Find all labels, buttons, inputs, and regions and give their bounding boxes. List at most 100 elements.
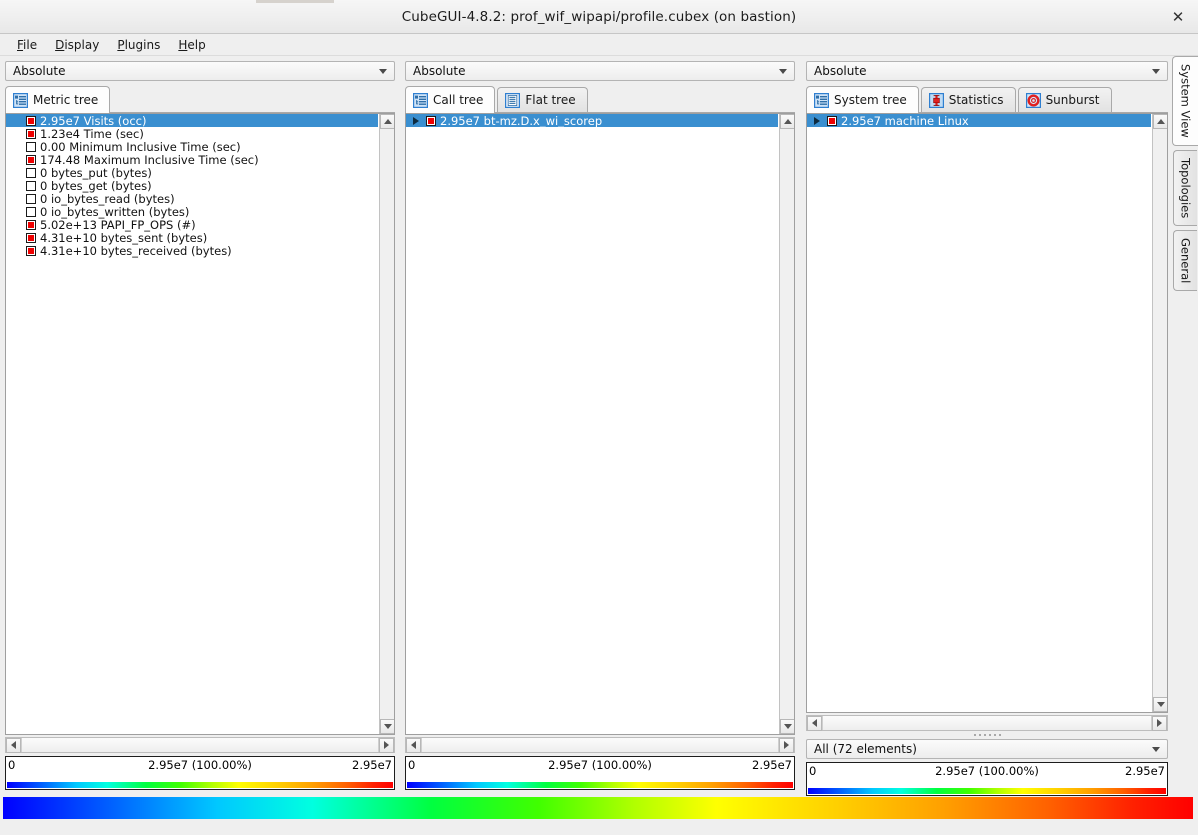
metric-checkbox[interactable] xyxy=(26,168,36,178)
sunburst-icon xyxy=(1026,93,1041,108)
window-titlebar: CubeGUI-4.8.2: prof_wif_wipapi/profile.c… xyxy=(0,0,1198,34)
scroll-up-icon[interactable] xyxy=(380,114,395,129)
tree-row[interactable]: 0 bytes_put (bytes) xyxy=(6,166,378,179)
metric-checkbox[interactable] xyxy=(26,207,36,217)
system-tabstrip: System tree Statistics Sunburst xyxy=(806,87,1168,113)
system-color-gradient xyxy=(808,788,1166,794)
tab-sunburst-label: Sunburst xyxy=(1046,93,1100,107)
menu-display-rest: isplay xyxy=(64,38,99,52)
scroll-left-icon[interactable] xyxy=(406,738,421,753)
call-hscroll-track[interactable] xyxy=(421,738,779,752)
menu-plugins[interactable]: Plugins xyxy=(108,36,169,54)
call-tree-hscrollbar[interactable] xyxy=(405,737,795,753)
tab-metric-tree-label: Metric tree xyxy=(33,93,98,107)
vtab-system-view[interactable]: System View xyxy=(1172,56,1198,146)
scroll-down-icon[interactable] xyxy=(1153,697,1168,712)
window-title: CubeGUI-4.8.2: prof_wif_wipapi/profile.c… xyxy=(402,9,797,25)
tab-call-tree-label: Call tree xyxy=(433,93,483,107)
tab-system-tree[interactable]: System tree xyxy=(806,86,919,113)
metric-value-mid: 2.95e7 (100.00%) xyxy=(6,758,394,772)
system-hscroll-track[interactable] xyxy=(822,716,1152,730)
tree-row[interactable]: 4.31e+10 bytes_received (bytes) xyxy=(6,244,378,257)
scroll-up-icon[interactable] xyxy=(780,114,795,129)
system-tree-vscrollbar[interactable] xyxy=(1152,114,1167,712)
metric-checkbox[interactable] xyxy=(26,129,36,139)
metric-tree-view[interactable]: 2.95e7 Visits (occ)1.23e4 Time (sec)0.00… xyxy=(5,113,395,735)
metric-checkbox[interactable] xyxy=(26,194,36,204)
tree-row[interactable]: 0 bytes_get (bytes) xyxy=(6,179,378,192)
menu-display-mnemonic: D xyxy=(55,38,64,52)
metric-checkbox[interactable] xyxy=(827,116,837,126)
scroll-left-icon[interactable] xyxy=(6,738,21,753)
metric-checkbox[interactable] xyxy=(26,220,36,230)
metric-value-max: 2.95e7 xyxy=(352,758,392,772)
tab-sunburst[interactable]: Sunburst xyxy=(1018,87,1112,112)
tree-row[interactable]: 0 io_bytes_written (bytes) xyxy=(6,205,378,218)
tree-row-label: 2.95e7 machine Linux xyxy=(841,114,972,128)
metric-hscroll-track[interactable] xyxy=(21,738,379,752)
tree-row-label: 5.02e+13 PAPI_FP_OPS (#) xyxy=(40,218,199,232)
metric-checkbox[interactable] xyxy=(26,116,36,126)
vtab-general-label: General xyxy=(1179,231,1193,290)
menu-help-rest: elp xyxy=(187,38,205,52)
metric-tree-vscrollbar[interactable] xyxy=(379,114,394,734)
tree-row[interactable]: 0.00 Minimum Inclusive Time (sec) xyxy=(6,140,378,153)
tree-row[interactable]: 174.48 Maximum Inclusive Time (sec) xyxy=(6,153,378,166)
metric-value-bar: 0 2.95e7 (100.00%) 2.95e7 xyxy=(5,756,395,790)
metric-mode-select[interactable]: Absolute xyxy=(5,61,395,81)
scroll-down-icon[interactable] xyxy=(380,719,395,734)
metric-checkbox[interactable] xyxy=(426,116,436,126)
metric-checkbox[interactable] xyxy=(26,181,36,191)
tree-row[interactable]: 4.31e+10 bytes_sent (bytes) xyxy=(6,231,378,244)
boxplot-icon xyxy=(929,93,944,108)
tree-row[interactable]: 1.23e4 Time (sec) xyxy=(6,127,378,140)
metric-checkbox[interactable] xyxy=(26,233,36,243)
metric-checkbox[interactable] xyxy=(26,155,36,165)
system-tree-hscrollbar[interactable] xyxy=(806,715,1168,731)
tree-row[interactable]: 5.02e+13 PAPI_FP_OPS (#) xyxy=(6,218,378,231)
call-mode-select[interactable]: Absolute xyxy=(405,61,795,81)
scroll-left-icon[interactable] xyxy=(807,716,822,731)
tree-row[interactable]: 2.95e7 machine Linux xyxy=(807,114,1151,127)
system-value-bar: 0 2.95e7 (100.00%) 2.95e7 xyxy=(806,762,1168,796)
tree-row-label: 174.48 Maximum Inclusive Time (sec) xyxy=(40,153,262,167)
right-vertical-tabbar: System View Topologies General xyxy=(1171,56,1198,756)
menu-file-rest: ile xyxy=(23,38,37,52)
menu-help[interactable]: Help xyxy=(169,36,214,54)
tab-call-tree[interactable]: Call tree xyxy=(405,86,495,113)
scroll-right-icon[interactable] xyxy=(779,738,794,753)
tree-row[interactable]: 0 io_bytes_read (bytes) xyxy=(6,192,378,205)
expand-arrow-icon[interactable] xyxy=(408,117,424,125)
system-elements-select[interactable]: All (72 elements) xyxy=(806,739,1168,759)
tab-statistics[interactable]: Statistics xyxy=(921,87,1016,112)
splitter-handle[interactable] xyxy=(957,733,1017,737)
system-tree-view[interactable]: 2.95e7 machine Linux xyxy=(806,113,1168,713)
call-value-min: 0 xyxy=(408,758,415,772)
system-value-max: 2.95e7 xyxy=(1125,764,1165,778)
metric-checkbox[interactable] xyxy=(26,246,36,256)
call-tree-view[interactable]: 2.95e7 bt-mz.D.x_wi_scorep xyxy=(405,113,795,735)
metric-tree-hscrollbar[interactable] xyxy=(5,737,395,753)
scroll-down-icon[interactable] xyxy=(780,719,795,734)
tab-metric-tree[interactable]: Metric tree xyxy=(5,86,110,113)
menu-display[interactable]: Display xyxy=(46,36,108,54)
call-tree-vscrollbar[interactable] xyxy=(779,114,794,734)
call-tabstrip: Call tree Flat tree xyxy=(405,87,795,113)
system-tree-rows: 2.95e7 machine Linux xyxy=(807,114,1151,127)
scroll-right-icon[interactable] xyxy=(1152,716,1167,731)
menu-plugins-mnemonic: P xyxy=(117,38,124,52)
scroll-right-icon[interactable] xyxy=(379,738,394,753)
tree-row[interactable]: 2.95e7 Visits (occ) xyxy=(6,114,378,127)
expand-arrow-icon[interactable] xyxy=(809,117,825,125)
vtab-topologies[interactable]: Topologies xyxy=(1173,150,1197,226)
system-mode-select[interactable]: Absolute xyxy=(806,61,1168,81)
tree-row[interactable]: 2.95e7 bt-mz.D.x_wi_scorep xyxy=(406,114,778,127)
menu-file[interactable]: File xyxy=(8,36,46,54)
close-icon[interactable]: ✕ xyxy=(1164,3,1192,31)
tab-flat-tree[interactable]: Flat tree xyxy=(497,87,587,112)
vtab-general[interactable]: General xyxy=(1173,230,1197,291)
call-value-max: 2.95e7 xyxy=(752,758,792,772)
scroll-up-icon[interactable] xyxy=(1153,114,1168,129)
metric-checkbox[interactable] xyxy=(26,142,36,152)
metric-tabstrip: Metric tree xyxy=(5,87,395,113)
